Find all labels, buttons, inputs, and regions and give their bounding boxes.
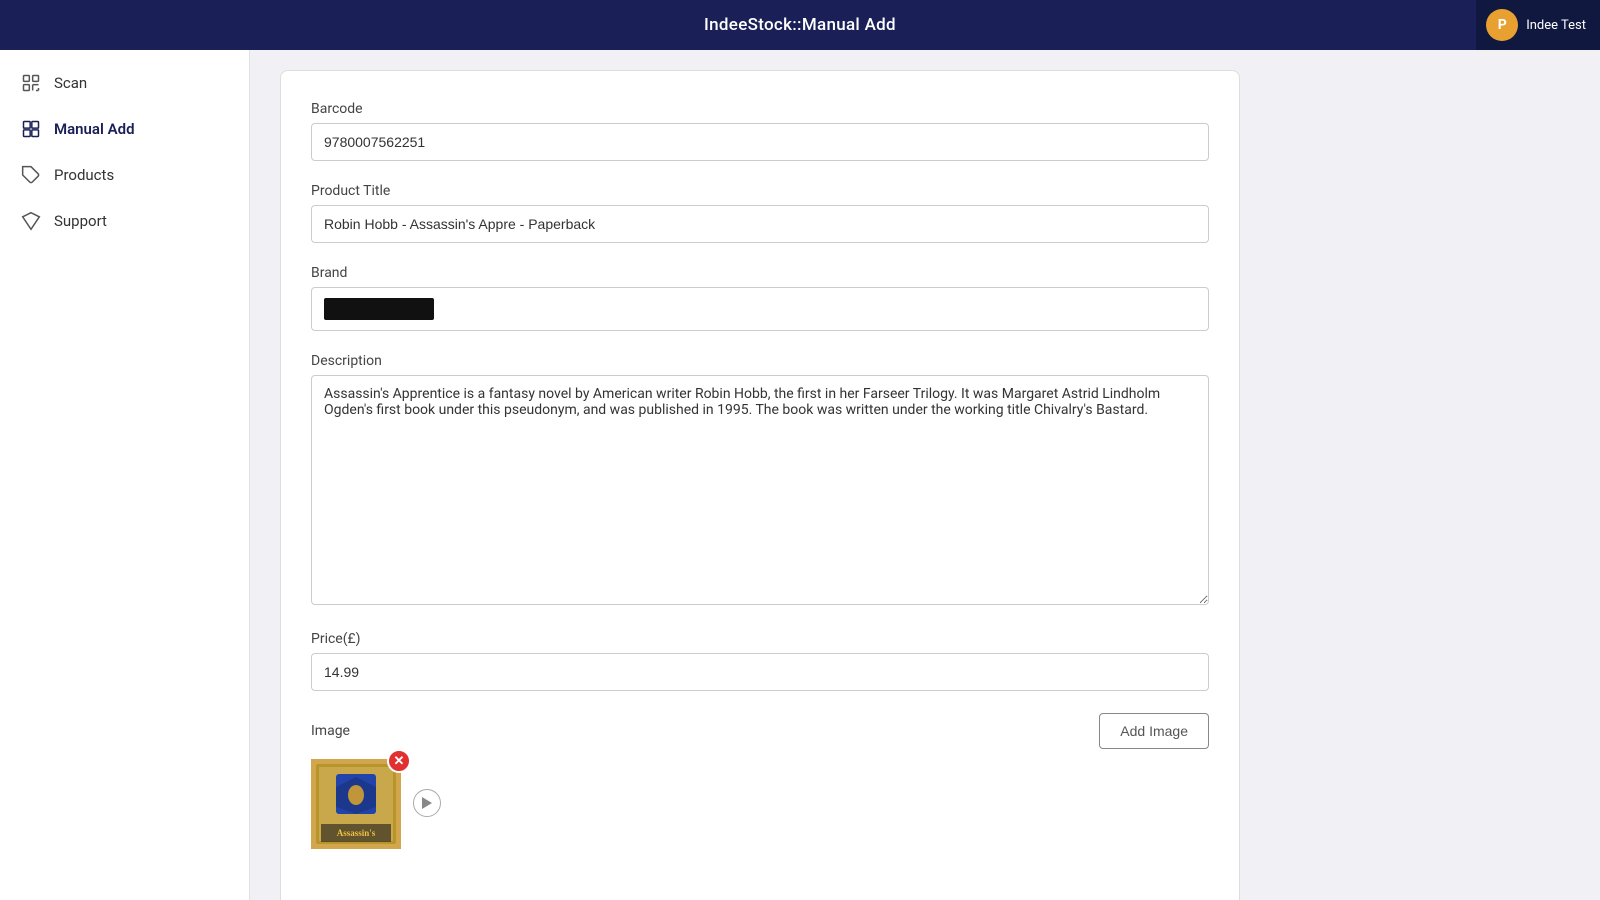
brand-group: Brand <box>311 265 1209 331</box>
tag-icon <box>20 164 42 186</box>
image-section: Assassin's ✕ <box>311 759 1209 853</box>
username: Indee Test <box>1526 18 1586 33</box>
grid-icon <box>20 118 42 140</box>
sidebar-item-scan-label: Scan <box>54 74 87 92</box>
brand-label: Brand <box>311 265 1209 281</box>
main-content: Barcode Product Title Brand Description … <box>250 50 1600 900</box>
brand-redacted-value <box>324 298 434 320</box>
product-title-input[interactable] <box>311 205 1209 243</box>
add-image-button[interactable]: Add Image <box>1099 713 1209 749</box>
sidebar-item-support-label: Support <box>54 212 107 230</box>
diamond-icon <box>20 210 42 232</box>
image-label: Image <box>311 723 350 739</box>
sidebar-item-scan[interactable]: Scan <box>0 60 249 106</box>
price-group: Price(£) <box>311 631 1209 691</box>
product-title-group: Product Title <box>311 183 1209 243</box>
brand-input-wrapper[interactable] <box>311 287 1209 331</box>
barcode-group: Barcode <box>311 101 1209 161</box>
sidebar-item-manual-add[interactable]: Manual Add <box>0 106 249 152</box>
description-textarea[interactable]: Assassin's Apprentice is a fantasy novel… <box>311 375 1209 605</box>
user-menu[interactable]: P Indee Test <box>1476 0 1600 50</box>
book-cover-thumbnail: Assassin's <box>311 759 401 849</box>
sidebar-item-support[interactable]: Support <box>0 198 249 244</box>
sidebar-item-manual-add-label: Manual Add <box>54 120 135 138</box>
image-row-header: Image Add Image <box>311 713 1209 749</box>
price-input[interactable] <box>311 653 1209 691</box>
barcode-label: Barcode <box>311 101 1209 117</box>
product-title-label: Product Title <box>311 183 1209 199</box>
sidebar-item-products-label: Products <box>54 166 114 184</box>
image-thumb-container: Assassin's ✕ <box>311 759 401 853</box>
top-nav: IndeeStock::Manual Add P Indee Test <box>0 0 1600 50</box>
image-group: Image Add Image <box>311 713 1209 853</box>
sidebar-item-products[interactable]: Products <box>0 152 249 198</box>
description-group: Description Assassin's Apprentice is a f… <box>311 353 1209 609</box>
remove-image-button[interactable]: ✕ <box>387 749 411 773</box>
barcode-input[interactable] <box>311 123 1209 161</box>
avatar: P <box>1486 9 1518 41</box>
scan-icon <box>20 72 42 94</box>
sidebar: Scan Manual Add Products Support <box>0 50 250 900</box>
price-label: Price(£) <box>311 631 1209 647</box>
form-card: Barcode Product Title Brand Description … <box>280 70 1240 900</box>
svg-text:Assassin's: Assassin's <box>337 828 376 838</box>
play-button[interactable] <box>413 789 441 817</box>
app-title: IndeeStock::Manual Add <box>704 15 896 35</box>
description-label: Description <box>311 353 1209 369</box>
